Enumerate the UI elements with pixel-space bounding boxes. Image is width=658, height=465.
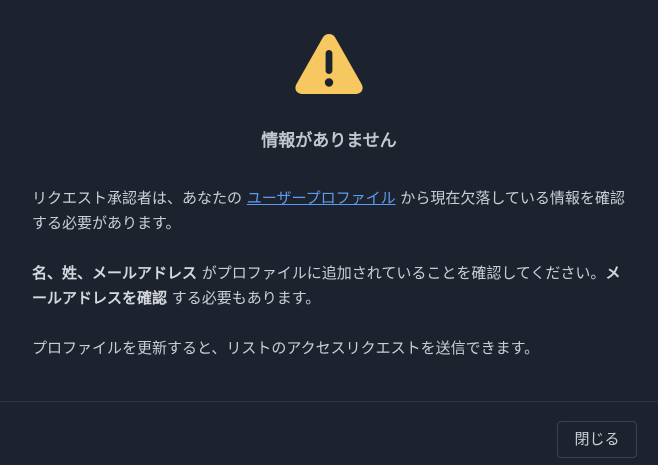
paragraph-after-update: プロファイルを更新すると、リストのアクセスリクエストを送信できます。 [32,339,540,357]
paragraph-required-fields: 名、姓、メールアドレス がプロファイルに追加されていることを確認してください。メ… [32,261,632,311]
user-profile-link[interactable]: ユーザープロファイル [247,189,396,207]
close-button[interactable]: 閉じる [557,421,637,458]
paragraph1-pre: リクエスト承認者は、あなたの [32,189,247,207]
footer-divider [0,401,658,402]
dialog-title: 情報がありません [261,131,397,151]
paragraph-profile-info: リクエスト承認者は、あなたの ユーザープロファイル から現在欠落している情報を確… [32,186,632,236]
missing-info-dialog: 情報がありません リクエスト承認者は、あなたの ユーザープロファイル から現在欠… [0,0,658,465]
dialog-body: リクエスト承認者は、あなたの ユーザープロファイル から現在欠落している情報を確… [32,186,632,361]
warning-icon [293,30,365,98]
required-fields-text: 名、姓、メールアドレス [32,264,198,282]
paragraph2-post: する必要もあります。 [167,289,321,307]
paragraph2-mid: がプロファイルに追加されていることを確認してください。 [197,264,606,282]
